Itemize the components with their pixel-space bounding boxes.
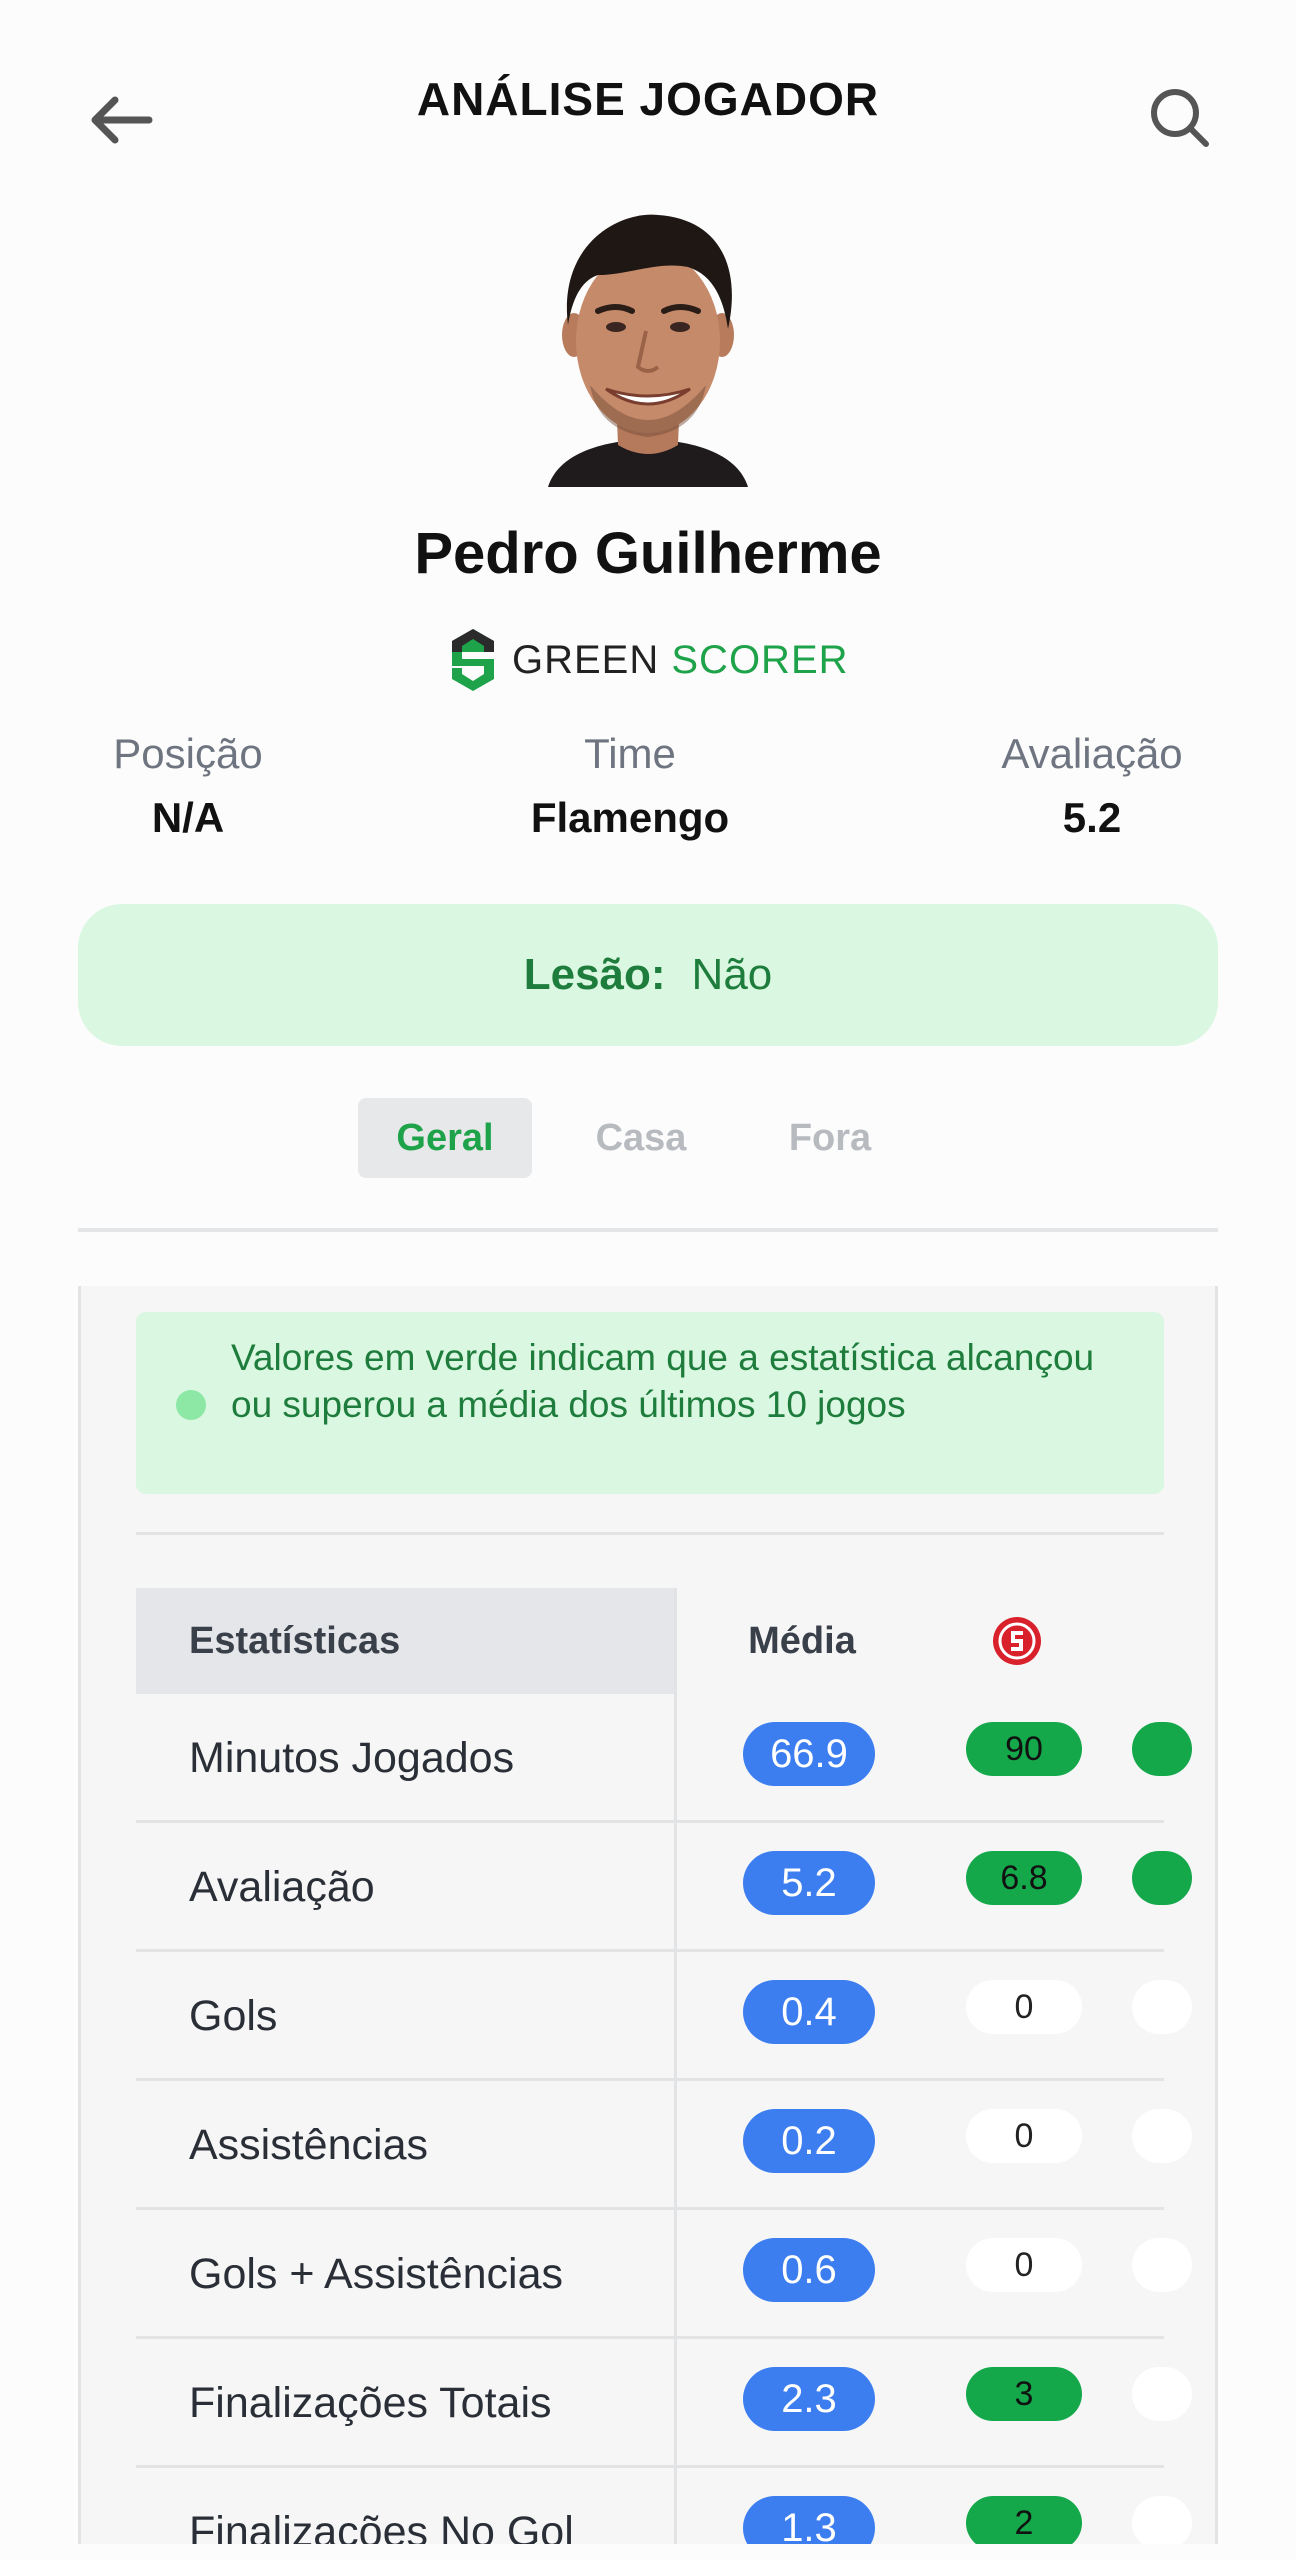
header-statistics: Estatísticas — [136, 1588, 674, 1694]
rating-label: Avaliação — [1001, 730, 1183, 777]
green-scorer-shield-icon — [452, 629, 494, 691]
table-row: Gols + Assistências 0.6 0 — [136, 2210, 1192, 2339]
game-value-pill: 90 — [966, 1722, 1082, 1776]
average-pill: 66.9 — [743, 1722, 875, 1786]
next-game-pill — [1132, 2496, 1192, 2544]
table-row: Minutos Jogados 66.9 90 — [136, 1694, 1192, 1823]
rating-value: 5.2 — [1062, 794, 1122, 841]
stat-label: Minutos Jogados — [189, 1734, 515, 1782]
next-game-pill — [1132, 2238, 1192, 2292]
stat-label: Avaliação — [189, 1863, 375, 1911]
position-info: Posição N/A — [88, 730, 288, 842]
average-pill: 0.4 — [743, 1980, 875, 2044]
game-value-pill: 2 — [966, 2496, 1082, 2544]
opponent-column-header[interactable] — [927, 1588, 1107, 1694]
average-pill: 1.3 — [743, 2496, 875, 2544]
stat-label: Assistências — [189, 2121, 428, 2169]
app-header: ANÁLISE JOGADOR — [0, 0, 1296, 200]
player-photo — [528, 205, 768, 487]
stat-label: Gols + Assistências — [189, 2250, 564, 2298]
table-row: Gols 0.4 0 — [136, 1952, 1192, 2081]
game-value-pill: 0 — [966, 2238, 1082, 2292]
next-game-pill — [1132, 1722, 1192, 1776]
stat-label: Finalizações Totais — [189, 2379, 552, 2427]
position-label: Posição — [113, 730, 263, 777]
rating-info: Avaliação 5.2 — [972, 730, 1212, 842]
location-tabs: Geral Casa Fora — [358, 1098, 910, 1178]
tab-fora[interactable]: Fora — [750, 1098, 910, 1178]
next-game-pill — [1132, 2367, 1192, 2421]
injury-value: Não — [691, 950, 773, 999]
stat-label: Gols — [189, 1992, 278, 2040]
game-value-pill: 0 — [966, 2109, 1082, 2163]
position-value: N/A — [151, 794, 225, 841]
average-pill: 2.3 — [743, 2367, 875, 2431]
brand-word-scorer: SCORER — [671, 637, 849, 682]
stats-panel[interactable]: Valores em verde indicam que a estatísti… — [78, 1286, 1218, 2544]
game-value-pill: 3 — [966, 2367, 1082, 2421]
internacional-crest-icon — [993, 1617, 1041, 1665]
next-game-pill — [1132, 1980, 1192, 2034]
table-row: Avaliação 5.2 6.8 — [136, 1823, 1192, 1952]
divider — [136, 1532, 1164, 1535]
divider — [78, 1228, 1218, 1232]
player-name: Pedro Guilherme — [414, 521, 882, 586]
green-scorer-logo: GREEN SCORER — [448, 624, 849, 696]
header-average: Média — [748, 1619, 856, 1662]
average-pill: 5.2 — [743, 1851, 875, 1915]
team-value: Flamengo — [530, 794, 730, 841]
search-icon — [1151, 89, 1209, 147]
tab-geral[interactable]: Geral — [358, 1098, 532, 1178]
injury-status: Lesão: Não — [78, 904, 1218, 1046]
injury-label: Lesão: — [523, 950, 666, 999]
table-row: Finalizações Totais 2.3 3 — [136, 2339, 1192, 2468]
legend-box: Valores em verde indicam que a estatísti… — [136, 1312, 1164, 1494]
green-dot-icon — [176, 1390, 206, 1420]
game-value-pill: 6.8 — [966, 1851, 1082, 1905]
team-label: Time — [584, 730, 676, 777]
table-row: Assistências 0.2 0 — [136, 2081, 1192, 2210]
next-game-pill — [1132, 1851, 1192, 1905]
legend-text: Valores em verde indicam que a estatísti… — [231, 1337, 1095, 1425]
page-title: ANÁLISE JOGADOR — [416, 73, 880, 125]
brand-word-green: GREEN — [512, 637, 660, 682]
next-game-pill — [1132, 2109, 1192, 2163]
stat-label: Finalizações No Gol — [189, 2508, 574, 2544]
team-info: Time Flamengo — [498, 730, 762, 842]
table-row: Finalizações No Gol 1.3 2 — [136, 2468, 1192, 2544]
search-button[interactable] — [1140, 78, 1220, 158]
average-pill: 0.2 — [743, 2109, 875, 2173]
average-pill: 0.6 — [743, 2238, 875, 2302]
game-value-pill: 0 — [966, 1980, 1082, 2034]
tab-casa[interactable]: Casa — [532, 1098, 750, 1178]
